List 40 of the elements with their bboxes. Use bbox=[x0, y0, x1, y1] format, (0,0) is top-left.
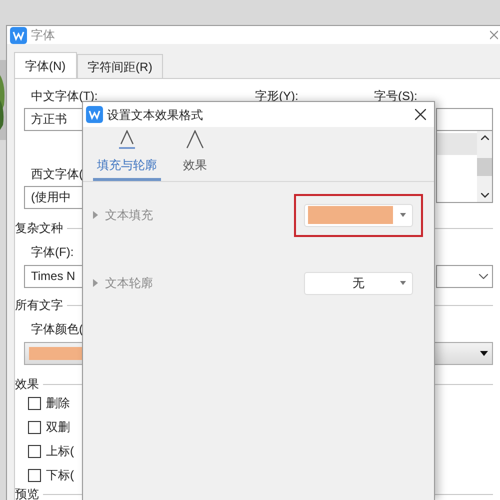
checkbox-label: 上标( bbox=[46, 443, 74, 460]
checkbox[interactable] bbox=[28, 444, 41, 458]
caret-icon bbox=[480, 351, 488, 356]
checkbox-label: 删除 bbox=[46, 395, 70, 412]
caret-icon bbox=[400, 213, 406, 217]
close-icon[interactable] bbox=[415, 109, 426, 120]
expand-arrow-icon[interactable] bbox=[93, 279, 98, 287]
caret-icon bbox=[400, 281, 406, 285]
section-label: 效果 bbox=[15, 376, 39, 393]
checkbox[interactable] bbox=[28, 396, 41, 410]
window-title: 设置文本效果格式 bbox=[107, 106, 203, 124]
checkbox[interactable] bbox=[28, 468, 41, 482]
scrollbar[interactable] bbox=[477, 131, 492, 202]
scrollbar-thumb[interactable] bbox=[477, 158, 492, 176]
size-list[interactable] bbox=[436, 131, 493, 203]
input-field[interactable] bbox=[436, 108, 493, 131]
section-label: 预览 bbox=[15, 486, 39, 500]
tab[interactable]: 字符间距(R) bbox=[76, 54, 164, 78]
checkbox-label: 双删 bbox=[46, 419, 70, 436]
chevron-up-icon[interactable] bbox=[480, 135, 488, 140]
checkbox[interactable] bbox=[28, 420, 41, 434]
tab[interactable]: 字体(N) bbox=[14, 52, 77, 78]
row-label: 文本填充 bbox=[105, 207, 153, 224]
tab[interactable]: 填充与轮廓 bbox=[93, 130, 161, 181]
field-label: 字体(F): bbox=[31, 245, 74, 259]
letter-underline-icon bbox=[118, 130, 136, 150]
chevron-down-icon[interactable] bbox=[480, 193, 488, 198]
expand-arrow-icon[interactable] bbox=[93, 211, 98, 219]
letter-outline-icon bbox=[186, 130, 204, 150]
tab[interactable]: 效果 bbox=[179, 130, 211, 181]
chevron-down-icon bbox=[479, 274, 488, 279]
checkbox-label: 下标( bbox=[46, 467, 74, 484]
dropdown[interactable]: 无 bbox=[304, 272, 413, 294]
section-label: 所有文字 bbox=[15, 297, 63, 314]
dropdown[interactable] bbox=[436, 265, 493, 288]
color-dropdown[interactable] bbox=[304, 204, 413, 226]
window-title: 字体 bbox=[31, 27, 55, 44]
app-logo-icon bbox=[86, 106, 103, 123]
section-label: 复杂文种 bbox=[15, 220, 63, 237]
row-label: 文本轮廓 bbox=[105, 275, 153, 292]
